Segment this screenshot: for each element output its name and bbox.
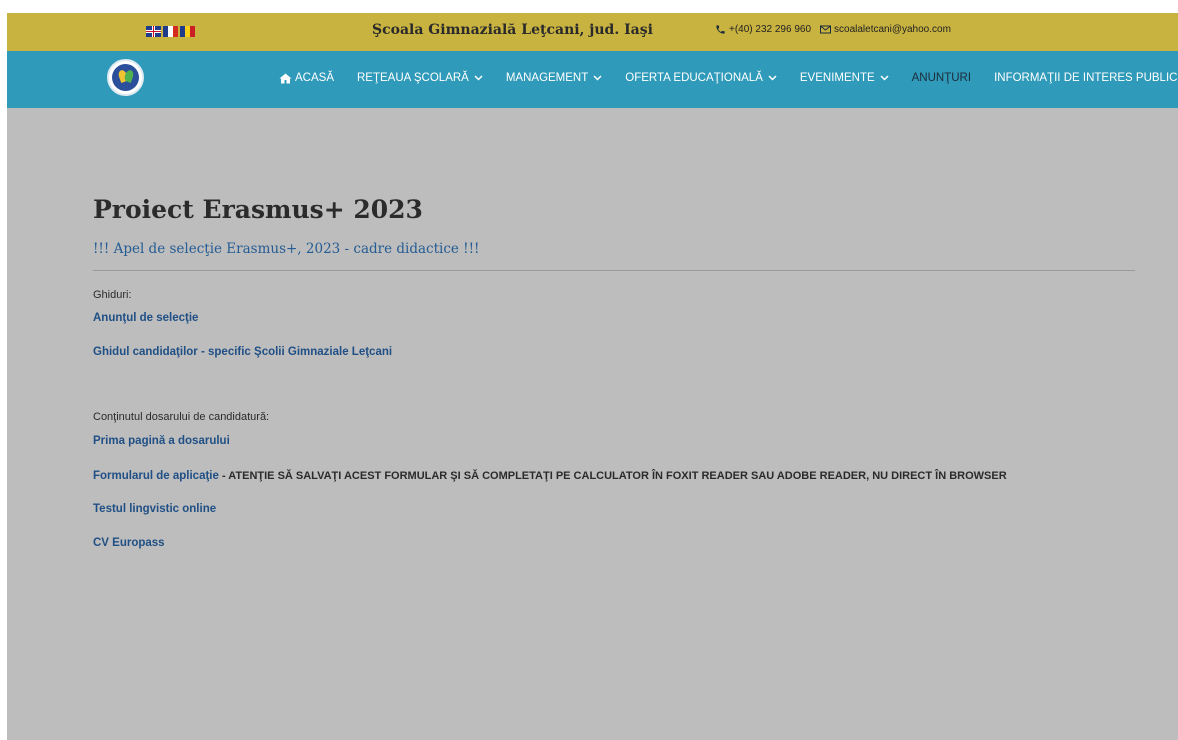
- nav-label: REŢEAUA ŞCOLARĂ: [357, 72, 469, 84]
- mail-icon: [820, 25, 832, 34]
- nav-item-anunturi[interactable]: ANUNŢURI: [912, 72, 971, 84]
- nav-label: OFERTA EDUCAŢIONALĂ: [625, 72, 763, 84]
- main-navbar: ACASĂ REŢEAUA ŞCOLARĂ MANAGEMENT OFERTA …: [7, 51, 1178, 108]
- link-cv-europass[interactable]: CV Europass: [93, 537, 165, 549]
- language-switcher: [146, 26, 195, 37]
- nav-item-reteaua-scolara[interactable]: REŢEAUA ŞCOLARĂ: [357, 72, 483, 84]
- page-subtitle: !!! Apel de selecţie Erasmus+, 2023 - ca…: [93, 241, 480, 257]
- chevron-down-icon: [880, 75, 889, 81]
- link-formular-aplicatie[interactable]: Formularul de aplicaţie: [93, 470, 219, 482]
- nav-item-management[interactable]: MANAGEMENT: [506, 72, 602, 84]
- dossier-label: Conţinutul dosarului de candidatură:: [93, 411, 270, 423]
- nav-label: MANAGEMENT: [505, 72, 589, 84]
- chevron-down-icon: [474, 75, 483, 81]
- english-flag-icon[interactable]: [146, 26, 161, 37]
- link-test-lingvistic[interactable]: Testul lingvistic online: [93, 503, 216, 515]
- nav-item-acasa[interactable]: ACASĂ: [279, 72, 334, 84]
- school-name: Şcoala Gimnazială Leţcani, jud. Iaşi: [372, 22, 653, 38]
- phone-number[interactable]: +(40) 232 296 960: [729, 24, 811, 35]
- contact-info: +(40) 232 296 960 scoalaletcani@yahoo.co…: [715, 24, 951, 35]
- french-flag-icon[interactable]: [163, 26, 178, 37]
- page-frame: Şcoala Gimnazială Leţcani, jud. Iaşi +(4…: [7, 13, 1178, 740]
- chevron-down-icon: [768, 75, 777, 81]
- divider: [93, 270, 1135, 271]
- guides-label: Ghiduri:: [93, 289, 132, 301]
- nav-label: INFORMAŢII DE INTERES PUBLIC: [994, 72, 1178, 84]
- nav-label: ACASĂ: [295, 72, 334, 84]
- nav-label: ANUNŢURI: [911, 72, 972, 84]
- link-prima-pagina[interactable]: Prima pagină a dosarului: [93, 435, 230, 447]
- school-logo[interactable]: [107, 59, 144, 96]
- nav-label: EVENIMENTE: [799, 72, 875, 84]
- romanian-flag-icon[interactable]: [180, 26, 195, 37]
- phone-icon: [716, 25, 725, 34]
- chevron-down-icon: [593, 75, 602, 81]
- nav-item-evenimente[interactable]: EVENIMENTE: [800, 72, 889, 84]
- form-link-line: Formularul de aplicaţie - ATENŢIE SĂ SAL…: [93, 470, 1007, 482]
- main-menu: ACASĂ REŢEAUA ŞCOLARĂ MANAGEMENT OFERTA …: [279, 72, 1177, 84]
- home-icon: [279, 73, 292, 83]
- nav-item-oferta-educationala[interactable]: OFERTA EDUCAŢIONALĂ: [625, 72, 777, 84]
- link-ghidul-candidatilor[interactable]: Ghidul candidaţilor - specific Şcolii Gi…: [93, 346, 392, 358]
- link-anunt-selectie[interactable]: Anunţul de selecţie: [93, 312, 198, 324]
- email-link[interactable]: scoalaletcani@yahoo.com: [834, 24, 951, 35]
- page-title: Proiect Erasmus+ 2023: [93, 195, 423, 224]
- top-bar: Şcoala Gimnazială Leţcani, jud. Iaşi +(4…: [7, 13, 1178, 51]
- nav-item-informatii-interes-public[interactable]: INFORMAŢII DE INTERES PUBLIC: [994, 72, 1177, 84]
- form-warning-note: - ATENŢIE SĂ SALVAŢI ACEST FORMULAR ŞI S…: [218, 470, 1007, 482]
